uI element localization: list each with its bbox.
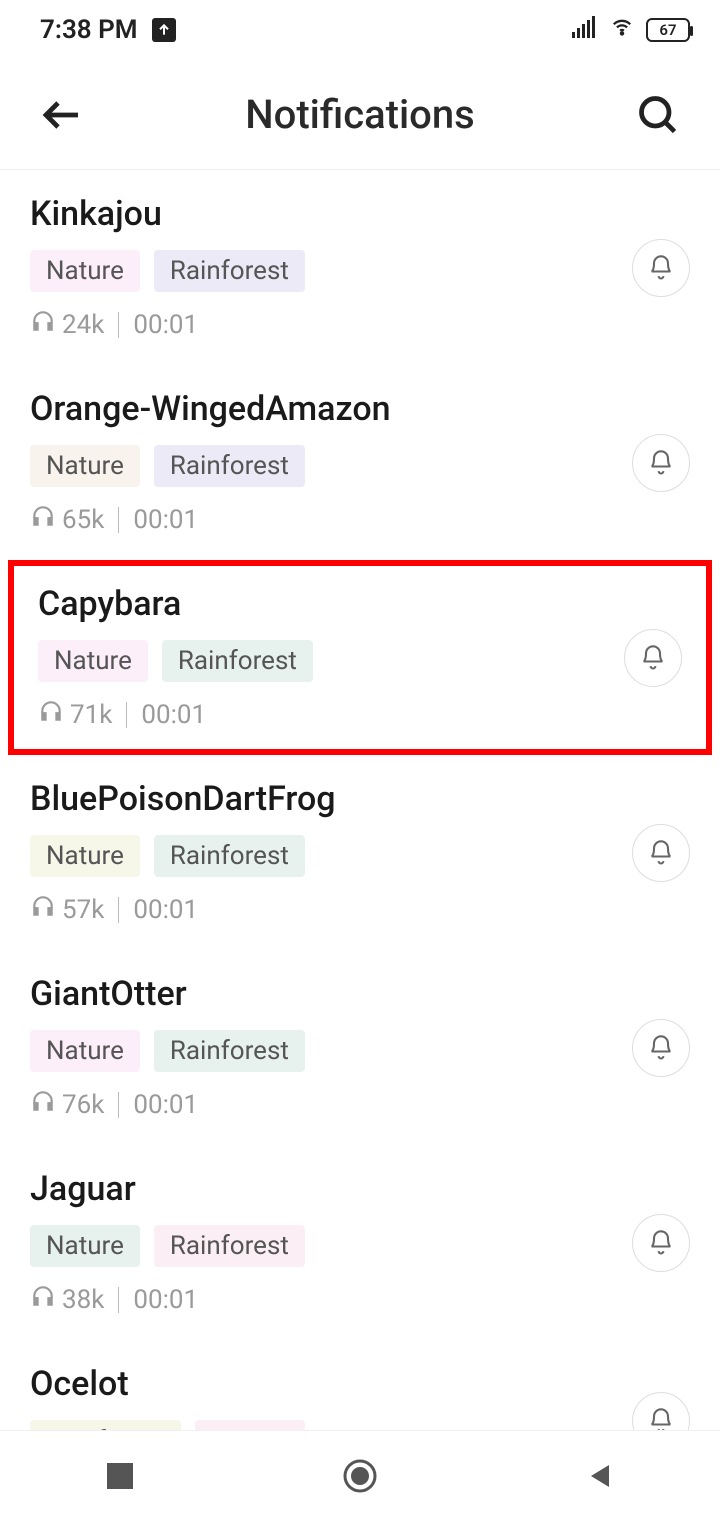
stats-row: 24k 00:01 (30, 308, 690, 341)
tag-chip[interactable]: Rainforest (154, 445, 305, 487)
tag-chip[interactable]: Rainforest (154, 250, 305, 292)
headphones-icon (30, 1088, 56, 1121)
headphones-icon (38, 698, 64, 731)
back-button[interactable] (34, 87, 90, 143)
nav-recent-button[interactable] (95, 1451, 145, 1501)
tag-chip[interactable]: Nature (30, 250, 140, 292)
status-time: 7:38 PM (40, 15, 138, 45)
tag-row: Nature Rainforest (30, 835, 690, 877)
stats-row: 38k 00:01 (30, 1283, 690, 1316)
tag-chip[interactable]: Rainforest (154, 1030, 305, 1072)
list-item[interactable]: Orange-WingedAmazon Nature Rainforest 65k 00… (0, 365, 720, 560)
item-title: Jaguar (30, 1169, 690, 1209)
listen-count: 57k (62, 895, 104, 925)
stats-row: 57k 00:01 (30, 893, 690, 926)
list-item[interactable]: BluePoisonDartFrog Nature Rainforest 57k 00:… (0, 755, 720, 950)
bell-button[interactable] (632, 434, 690, 492)
system-nav-bar (0, 1430, 720, 1520)
item-title: GiantOtter (30, 974, 690, 1014)
bell-button[interactable] (632, 239, 690, 297)
listen-count: 65k (62, 505, 104, 535)
tag-row: Nature Rainforest (30, 1030, 690, 1072)
duration: 00:01 (141, 700, 206, 730)
duration: 00:01 (133, 895, 198, 925)
listen-count: 38k (62, 1285, 104, 1315)
listen-count: 24k (62, 310, 104, 340)
bell-button[interactable] (624, 629, 682, 687)
stats-row: 65k 00:01 (30, 503, 690, 536)
upload-icon (152, 18, 176, 42)
tag-chip[interactable]: Rainforest (154, 835, 305, 877)
bell-button[interactable] (632, 824, 690, 882)
list-item[interactable]: Jaguar Nature Rainforest 38k 00:01 (0, 1145, 720, 1340)
signal-icon (572, 15, 598, 45)
tag-chip[interactable]: Rainforest (162, 640, 313, 682)
tag-row: Nature Rainforest (38, 640, 682, 682)
stats-divider (118, 1287, 119, 1313)
battery-level: 67 (659, 21, 676, 39)
tag-chip[interactable]: Nature (38, 640, 148, 682)
headphones-icon (30, 503, 56, 536)
list-item[interactable]: Kinkajou Nature Rainforest 24k 00:01 (0, 170, 720, 365)
battery-icon: 67 (646, 18, 690, 42)
tag-chip[interactable]: Nature (30, 445, 140, 487)
tag-chip[interactable]: Rainforest (154, 1225, 305, 1267)
headphones-icon (30, 893, 56, 926)
item-title: Capybara (38, 584, 682, 624)
wifi-icon (608, 15, 636, 45)
tag-chip[interactable]: Nature (30, 1225, 140, 1267)
tag-row: Nature Rainforest (30, 1225, 690, 1267)
item-title: Orange-WingedAmazon (30, 389, 690, 429)
duration: 00:01 (133, 1090, 198, 1120)
page-title: Notifications (90, 91, 630, 138)
app-header: Notifications (0, 60, 720, 170)
bell-button[interactable] (632, 1214, 690, 1272)
tag-chip[interactable]: Nature (30, 1030, 140, 1072)
tag-row: Nature Rainforest (30, 250, 690, 292)
stats-divider (118, 312, 119, 338)
duration: 00:01 (133, 310, 198, 340)
stats-divider (126, 702, 127, 728)
stats-row: 71k 00:01 (38, 698, 682, 731)
status-bar: 7:38 PM 67 (0, 0, 720, 60)
stats-row: 76k 00:01 (30, 1088, 690, 1121)
list-item[interactable]: GiantOtter Nature Rainforest 76k 00:01 (0, 950, 720, 1145)
list-item[interactable]: Capybara Nature Rainforest 71k 00:01 (8, 560, 712, 755)
tag-chip[interactable]: Nature (30, 835, 140, 877)
tag-row: Nature Rainforest (30, 445, 690, 487)
nav-back-button[interactable] (575, 1451, 625, 1501)
status-left: 7:38 PM (40, 15, 176, 45)
headphones-icon (30, 308, 56, 341)
headphones-icon (30, 1283, 56, 1316)
bell-button[interactable] (632, 1019, 690, 1077)
notification-list[interactable]: KinkajouNatureRainforest24k00:01Orange-W… (0, 170, 720, 1502)
duration: 00:01 (133, 1285, 198, 1315)
listen-count: 76k (62, 1090, 104, 1120)
listen-count: 71k (70, 700, 112, 730)
item-title: BluePoisonDartFrog (30, 779, 690, 819)
item-title: Ocelot (30, 1364, 690, 1404)
nav-home-button[interactable] (335, 1451, 385, 1501)
stats-divider (118, 1092, 119, 1118)
stats-divider (118, 507, 119, 533)
duration: 00:01 (133, 505, 198, 535)
stats-divider (118, 897, 119, 923)
status-right: 67 (572, 15, 690, 45)
item-title: Kinkajou (30, 194, 690, 234)
search-button[interactable] (630, 87, 686, 143)
